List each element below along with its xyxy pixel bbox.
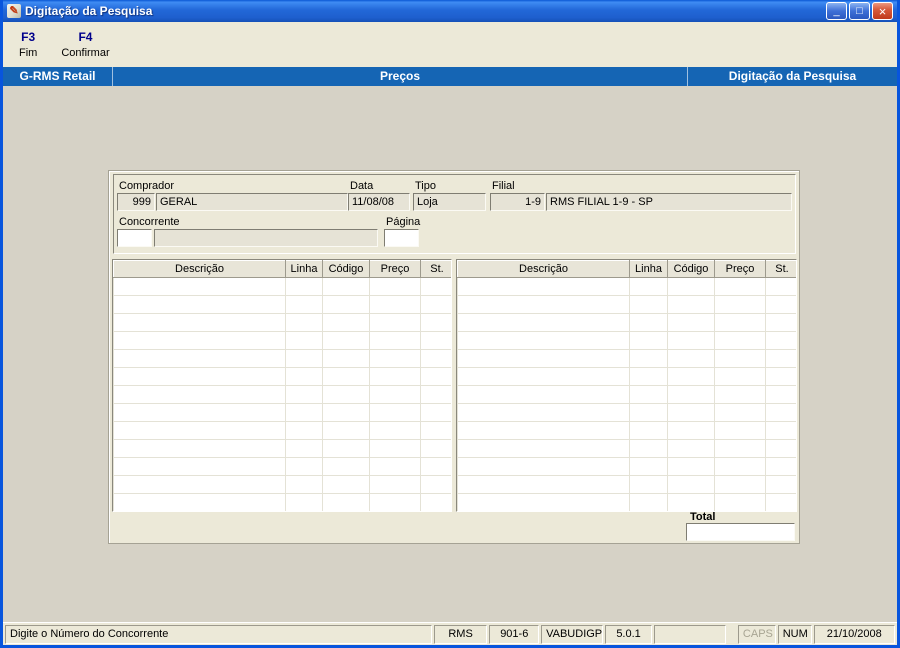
price-grid-right[interactable]: Descrição Linha Código Preço St. — [456, 259, 797, 512]
column-header-linha[interactable]: Linha — [629, 260, 668, 278]
data-label: Data — [350, 180, 374, 192]
column-header-descricao[interactable]: Descrição — [457, 260, 630, 278]
app-window: ✎ Digitação da Pesquisa _ □ × F3 Fim F4 … — [0, 0, 900, 648]
table-row[interactable] — [113, 349, 451, 368]
table-row[interactable] — [113, 457, 451, 476]
table-row[interactable] — [113, 277, 451, 296]
price-grid-left-body — [113, 277, 451, 511]
price-grid-right-body — [457, 277, 796, 511]
pesquisa-panel: Comprador Data Tipo Filial Concorrente P… — [108, 170, 800, 544]
table-row[interactable] — [457, 349, 796, 368]
window-title: Digitação da Pesquisa — [25, 4, 153, 18]
column-header-descricao[interactable]: Descrição — [113, 260, 286, 278]
filial-code-field[interactable] — [490, 193, 545, 211]
header-fields-box: Comprador Data Tipo Filial Concorrente P… — [113, 174, 796, 254]
header-bar: G-RMS Retail Preços Digitação da Pesquis… — [3, 67, 897, 86]
column-header-st[interactable]: St. — [765, 260, 796, 278]
column-header-codigo[interactable]: Código — [322, 260, 370, 278]
f3-key-label: F3 — [21, 30, 36, 44]
header-module-title: Preços — [379, 69, 421, 83]
column-header-preco[interactable]: Preço — [714, 260, 766, 278]
table-row[interactable] — [457, 277, 796, 296]
fim-label: Fim — [19, 47, 38, 59]
table-row[interactable] — [113, 421, 451, 440]
table-row[interactable] — [457, 493, 796, 511]
table-row[interactable] — [113, 439, 451, 458]
table-row[interactable] — [113, 475, 451, 494]
app-icon: ✎ — [7, 4, 21, 18]
table-row[interactable] — [457, 331, 796, 350]
table-row[interactable] — [113, 331, 451, 350]
filial-name-field[interactable] — [546, 193, 792, 211]
status-program: VABUDIGP — [541, 624, 603, 644]
table-row[interactable] — [457, 475, 796, 494]
statusbar: Digite o Número do Concorrente RMS 901-6… — [3, 622, 897, 645]
f4-key-label: F4 — [78, 30, 93, 44]
titlebar: ✎ Digitação da Pesquisa _ □ × — [3, 0, 897, 22]
table-row[interactable] — [113, 313, 451, 332]
table-row[interactable] — [457, 385, 796, 404]
column-header-preco[interactable]: Preço — [369, 260, 421, 278]
minimize-button[interactable]: _ — [826, 2, 847, 20]
pagina-field[interactable] — [384, 229, 419, 247]
concorrente-code-field[interactable] — [117, 229, 152, 247]
status-date: 21/10/2008 — [813, 624, 895, 644]
total-field[interactable] — [686, 523, 795, 541]
status-num-indicator: NUM — [777, 624, 812, 644]
concorrente-name-field[interactable] — [154, 229, 378, 247]
f3-fim-button[interactable]: F3 Fim — [11, 28, 45, 61]
filial-label: Filial — [492, 180, 515, 192]
price-grid-left[interactable]: Descrição Linha Código Preço St. — [112, 259, 452, 512]
table-row[interactable] — [113, 403, 451, 422]
comprador-code-field[interactable] — [117, 193, 155, 211]
table-row[interactable] — [457, 295, 796, 314]
status-message: Digite o Número do Concorrente — [5, 624, 432, 644]
table-row[interactable] — [113, 367, 451, 386]
toolbar: F3 Fim F4 Confirmar — [3, 22, 897, 67]
table-row[interactable] — [457, 457, 796, 476]
main-area: Comprador Data Tipo Filial Concorrente P… — [3, 86, 897, 622]
header-screen-title: Digitação da Pesquisa — [687, 67, 897, 86]
confirmar-label: Confirmar — [61, 47, 110, 59]
status-system: RMS — [433, 624, 488, 644]
column-header-st[interactable]: St. — [420, 260, 451, 278]
table-row[interactable] — [113, 385, 451, 404]
window-controls: _ □ × — [826, 2, 893, 20]
table-row[interactable] — [457, 403, 796, 422]
tipo-label: Tipo — [415, 180, 436, 192]
table-row[interactable] — [457, 313, 796, 332]
total-label: Total — [690, 511, 716, 523]
maximize-button[interactable]: □ — [849, 2, 870, 20]
data-field[interactable] — [348, 193, 410, 211]
table-row[interactable] — [457, 439, 796, 458]
pagina-label: Página — [386, 216, 421, 228]
concorrente-label: Concorrente — [119, 216, 180, 228]
status-empty-segment — [654, 624, 726, 644]
comprador-name-field[interactable] — [156, 193, 348, 211]
column-header-codigo[interactable]: Código — [667, 260, 715, 278]
comprador-label: Comprador — [119, 180, 175, 192]
status-caps-indicator: CAPS — [737, 624, 776, 644]
header-app-name: G-RMS Retail — [3, 67, 113, 86]
table-row[interactable] — [457, 421, 796, 440]
status-spacer — [728, 625, 736, 644]
status-terminal: 901-6 — [489, 624, 540, 644]
status-version: 5.0.1 — [604, 624, 653, 644]
table-row[interactable] — [113, 493, 451, 511]
tipo-field[interactable] — [413, 193, 486, 211]
table-row[interactable] — [457, 367, 796, 386]
close-button[interactable]: × — [872, 2, 893, 20]
column-header-linha[interactable]: Linha — [285, 260, 323, 278]
f4-confirmar-button[interactable]: F4 Confirmar — [53, 28, 117, 61]
table-row[interactable] — [113, 295, 451, 314]
